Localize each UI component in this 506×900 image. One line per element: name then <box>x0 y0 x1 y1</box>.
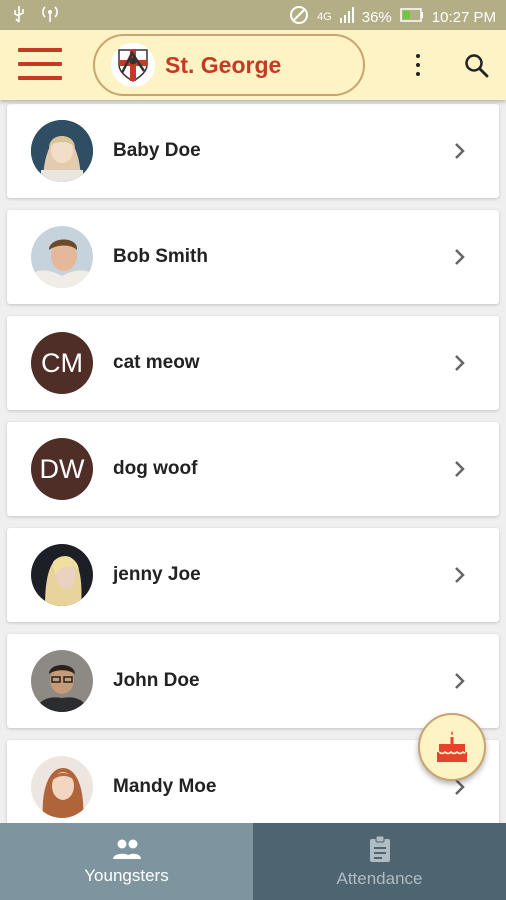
menu-icon-line <box>18 62 62 66</box>
chevron-right-icon <box>455 249 465 265</box>
wifi-hotspot-icon <box>40 5 60 27</box>
search-icon <box>465 54 489 78</box>
shield-crest-icon <box>111 43 155 87</box>
more-vert-icon-dot <box>416 63 420 67</box>
signal-icon <box>339 7 354 27</box>
chevron-right-icon <box>455 143 465 159</box>
more-vert-icon-dot <box>416 54 420 58</box>
menu-icon-line <box>18 76 62 80</box>
youngster-item[interactable]: DW dog woof <box>7 422 499 516</box>
status-bar: 4G 36% 10:27 PM <box>0 0 506 30</box>
more-vert-icon-dot <box>416 72 420 76</box>
birthday-fab[interactable] <box>418 713 486 781</box>
youngster-name: dog woof <box>113 458 198 479</box>
youngster-name: jenny Joe <box>113 564 201 585</box>
battery-percent: 36% <box>361 8 392 26</box>
do-not-disturb-icon <box>289 5 309 29</box>
youngster-item[interactable]: Bob Smith <box>7 210 499 304</box>
organization-title: St. George <box>165 51 282 78</box>
youngster-item[interactable]: John Doe <box>7 634 499 728</box>
avatar-initials: DW <box>31 438 93 500</box>
menu-button[interactable] <box>18 48 62 80</box>
menu-icon-line <box>18 48 62 52</box>
avatar-photo <box>31 650 93 712</box>
youngster-item[interactable]: CM cat meow <box>7 316 499 410</box>
avatar-photo <box>31 544 93 606</box>
youngster-name: Mandy Moe <box>113 776 217 797</box>
chevron-right-icon <box>455 355 465 371</box>
app-bar: St. George <box>0 30 506 100</box>
youngster-name: John Doe <box>113 670 200 691</box>
network-type: 4G <box>317 11 332 23</box>
avatar-photo <box>31 120 93 182</box>
people-icon <box>112 839 141 859</box>
more-options-button[interactable] <box>408 50 428 80</box>
youngster-item[interactable]: jenny Joe <box>7 528 499 622</box>
clipboard-icon <box>369 835 390 862</box>
youngster-name: cat meow <box>113 352 200 373</box>
avatar-photo <box>31 756 93 818</box>
tab-label: Youngsters <box>84 865 169 885</box>
chevron-right-icon <box>455 673 465 689</box>
tab-youngsters[interactable]: Youngsters <box>0 823 253 900</box>
organization-badge[interactable]: St. George <box>93 34 365 96</box>
battery-icon <box>400 7 424 27</box>
tab-attendance[interactable]: Attendance <box>253 823 506 900</box>
birthday-cake-icon <box>437 731 467 762</box>
clock: 10:27 PM <box>431 8 496 26</box>
youngster-name: Bob Smith <box>113 246 208 267</box>
avatar-photo <box>31 226 93 288</box>
search-button[interactable] <box>463 52 491 80</box>
usb-icon <box>12 5 26 27</box>
chevron-right-icon <box>455 461 465 477</box>
bottom-navigation: Youngsters Attendance <box>0 823 506 900</box>
youngster-item[interactable]: Baby Doe <box>7 104 499 198</box>
youngster-name: Baby Doe <box>113 140 201 161</box>
chevron-right-icon <box>455 567 465 583</box>
avatar-initials: CM <box>31 332 93 394</box>
tab-label: Attendance <box>336 868 423 888</box>
